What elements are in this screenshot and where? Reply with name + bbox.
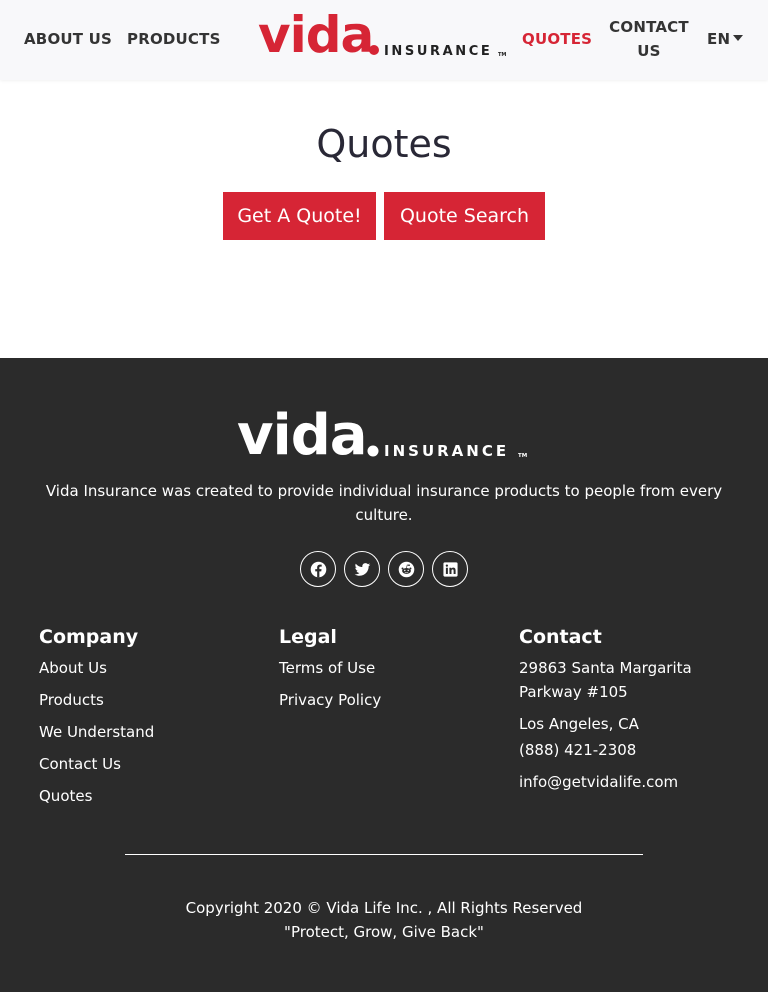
- footer-logo-tm: TM: [518, 453, 527, 459]
- caret-down-icon: [733, 35, 744, 41]
- footer-tagline: Vida Insurance was created to provide in…: [45, 482, 723, 524]
- footer-column-legal: Legal Terms of Use Privacy Policy: [279, 624, 479, 712]
- footer-column-contact: Contact 29863 Santa Margarita Parkway #1…: [519, 624, 739, 794]
- footer-link-contact-us[interactable]: Contact Us: [39, 752, 239, 776]
- linkedin-link[interactable]: [432, 551, 468, 587]
- contact-address-line2: Los Angeles, CA: [519, 715, 639, 733]
- language-dropdown[interactable]: EN: [707, 27, 744, 51]
- footer-logo-word: vida: [237, 408, 367, 460]
- reddit-link[interactable]: [388, 551, 424, 587]
- footer-link-products[interactable]: Products: [39, 688, 239, 712]
- reddit-icon: [398, 561, 414, 577]
- logo-tm: TM: [498, 52, 506, 58]
- nav-about-us[interactable]: ABOUT US: [24, 27, 112, 51]
- footer-vida-insurance-logo[interactable]: vida INSURANCE TM: [237, 408, 529, 460]
- copyright-text: Copyright 2020 © Vida Life Inc. , All Ri…: [185, 899, 583, 917]
- logo-word: vida: [258, 10, 373, 62]
- footer-link-we-understand[interactable]: We Understand: [39, 720, 239, 744]
- footer-link-terms-of-use[interactable]: Terms of Use: [279, 656, 479, 680]
- footer-divider: [125, 854, 643, 855]
- motto-text: "Protect, Grow, Give Back": [284, 923, 484, 941]
- footer-link-about-us[interactable]: About Us: [39, 656, 239, 680]
- contact-address-line1: 29863 Santa Margarita Parkway #105: [519, 659, 692, 701]
- contact-heading: Contact: [519, 626, 602, 648]
- footer-link-quotes[interactable]: Quotes: [39, 784, 239, 808]
- nav-products[interactable]: PRODUCTS: [127, 27, 221, 51]
- footer-logo-dot: [367, 445, 379, 457]
- footer-column-company: Company About Us Products We Understand …: [39, 624, 239, 808]
- copyright-block: Copyright 2020 © Vida Life Inc. , All Ri…: [0, 896, 768, 944]
- logo-dot: [369, 45, 379, 55]
- footer-logo-sub: INSURANCE: [384, 442, 509, 460]
- facebook-link[interactable]: [300, 551, 336, 587]
- footer: vida INSURANCE TM Vida Insurance was cre…: [0, 358, 768, 992]
- page-title: Quotes: [316, 122, 452, 166]
- contact-email-link[interactable]: info@getvidalife.com: [519, 770, 739, 794]
- legal-heading: Legal: [279, 626, 337, 648]
- linkedin-icon: [442, 561, 458, 577]
- facebook-icon: [310, 561, 326, 577]
- contact-phone-link[interactable]: (888) 421-2308: [519, 738, 739, 762]
- logo-sub: INSURANCE: [384, 44, 492, 59]
- get-a-quote-button[interactable]: Get A Quote!: [223, 192, 376, 240]
- top-navbar: ABOUT US PRODUCTS vida INSURANCE TM QUOT…: [0, 0, 768, 80]
- company-heading: Company: [39, 626, 139, 648]
- footer-link-privacy-policy[interactable]: Privacy Policy: [279, 688, 479, 712]
- language-label: EN: [707, 30, 731, 48]
- vida-insurance-logo[interactable]: vida INSURANCE TM: [258, 10, 508, 62]
- twitter-link[interactable]: [344, 551, 380, 587]
- twitter-icon: [354, 562, 370, 576]
- nav-contact-us[interactable]: CONTACT US: [606, 15, 692, 63]
- nav-quotes[interactable]: QUOTES: [522, 27, 592, 51]
- quote-search-button[interactable]: Quote Search: [384, 192, 545, 240]
